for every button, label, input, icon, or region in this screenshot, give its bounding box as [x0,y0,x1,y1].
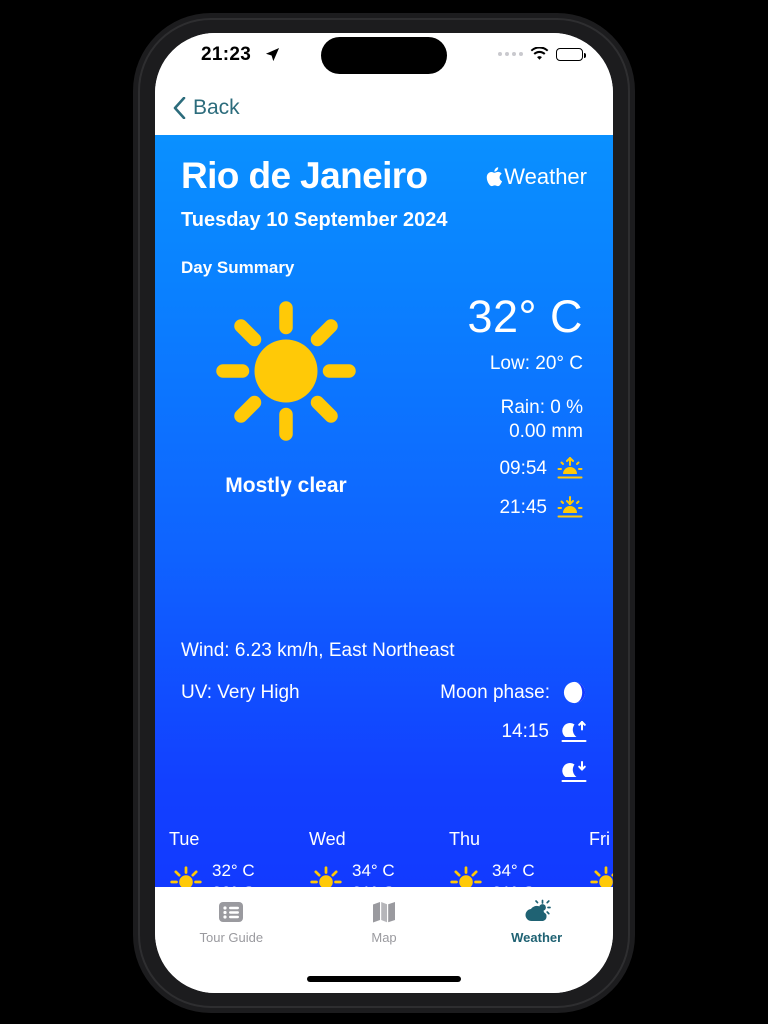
sunset-row: 21:45 [391,495,583,521]
day-summary-row: Mostly clear 32° C Low: 20° C Rain: 0 % … [181,290,587,521]
moonrise-icon [561,721,587,742]
forecast-day-name: Wed [309,829,346,849]
moonset-row [181,759,587,785]
sunrise-icon [557,457,583,479]
weather-details: Wind: 6.23 km/h, East Northeast UV: Very… [181,640,587,785]
status-indicators [498,47,586,61]
temperature-block: 32° C Low: 20° C Rain: 0 % 0.00 mm 09:54 [391,290,587,521]
back-label: Back [193,96,240,119]
phone-screen: 21:23 Back Rio de Janeiro Weather Tuesda… [155,33,613,993]
status-time: 21:23 [201,44,252,65]
sunrise-row: 09:54 [391,456,583,482]
location-arrow-icon [265,47,280,62]
city-header: Rio de Janeiro Weather [181,157,587,194]
tab-map[interactable]: Map [308,899,461,945]
rain-percent: Rain: 0 % [500,397,583,418]
forecast-day-name: Thu [449,829,481,849]
sunset-icon [557,496,583,518]
city-name: Rio de Janeiro [181,155,428,196]
moonrise-row: 14:15 [181,719,587,745]
battery-full-icon [556,47,586,61]
list-icon [219,902,244,922]
tab-label: Map [371,930,397,945]
dynamic-island [321,37,447,74]
tab-label: Tour Guide [199,930,264,945]
tab-tour-guide[interactable]: Tour Guide [155,899,308,945]
signal-dots-icon [498,52,523,56]
apple-logo-icon [487,167,503,187]
screenshot-stage: 21:23 Back Rio de Janeiro Weather Tuesda… [0,0,768,1024]
nav-bar: Back [155,81,613,135]
moonset-icon [561,761,587,782]
condition-block: Mostly clear [181,290,391,521]
status-bar: 21:23 [155,33,613,81]
rain-amount: 0.00 mm [509,421,583,442]
moon-phase-group: Moon phase: [440,680,587,705]
moon-phase-label: Moon phase: [440,681,550,703]
uv-info: UV: Very High [181,681,300,703]
attribution-label: Weather [504,164,587,189]
wind-info: Wind: 6.23 km/h, East Northeast [181,640,455,661]
moon-half-icon [563,681,586,704]
weather-panel: Rio de Janeiro Weather Tuesday 10 Septem… [155,135,613,925]
condition-text: Mostly clear [225,474,347,497]
forecast-high: 32° C [212,861,255,880]
home-indicator [307,976,461,982]
sunrise-time: 09:54 [499,458,547,479]
chevron-left-icon [173,97,186,119]
uv-moon-row: UV: Very High Moon phase: [181,680,587,705]
forecast-high: 34° C [352,861,395,880]
tab-bar: Tour Guide Map Weather [155,887,613,993]
wifi-icon [530,47,549,60]
map-icon [373,902,395,923]
apple-weather-attribution: Weather [486,164,587,190]
forecast-high: 34° C [492,861,535,880]
sunset-time: 21:45 [499,497,547,518]
forecast-day-name: Fri [589,829,610,849]
tab-label: Weather [511,930,563,945]
day-summary-label: Day Summary [181,258,295,277]
sun-icon [216,301,356,441]
tab-weather[interactable]: Weather [460,899,613,945]
cloud-sun-icon [525,899,551,921]
date-label: Tuesday 10 September 2024 [181,209,448,231]
temp-low: Low: 20° C [489,353,583,374]
moonrise-time: 14:15 [501,721,549,742]
temp-high: 32° C [467,291,583,342]
back-button[interactable]: Back [173,96,240,120]
forecast-day-name: Tue [169,829,200,849]
